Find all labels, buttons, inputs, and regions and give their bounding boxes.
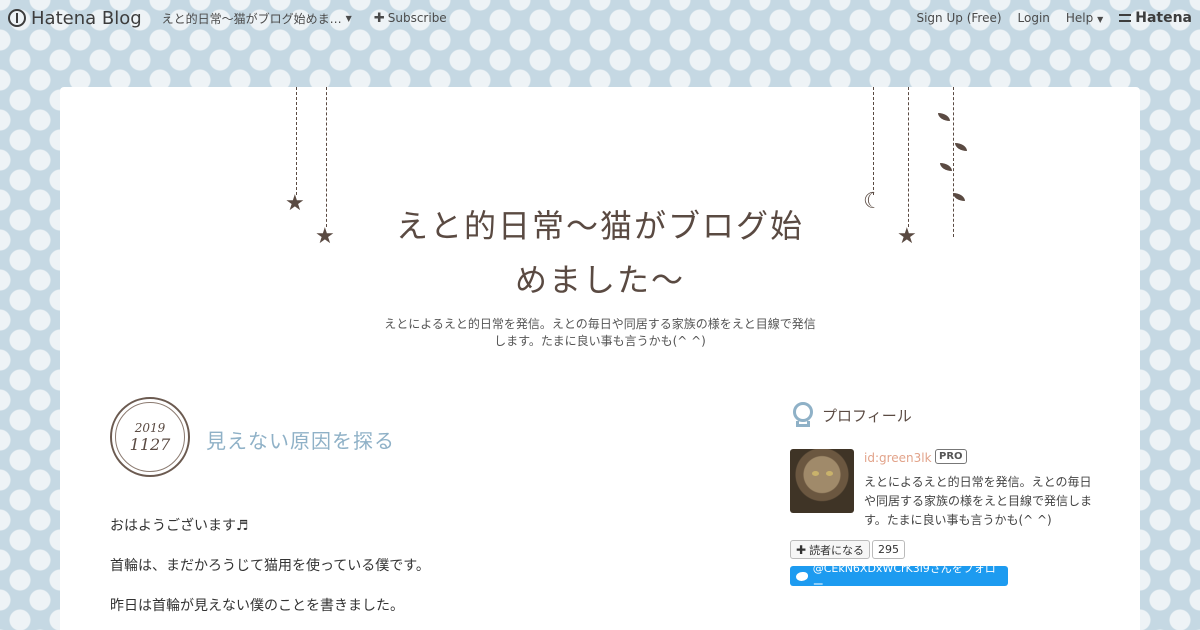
- entry-body: おはようございます♬ 首輪は、まだかろうじて猫用を使っている僕です。 昨日は首輪…: [110, 517, 730, 630]
- moon-decoration-icon: ☾: [863, 189, 883, 214]
- entry-date-monthday: 1127: [129, 434, 171, 454]
- leaf-decoration-icon: [955, 143, 967, 151]
- login-link[interactable]: Login: [1018, 11, 1050, 25]
- help-label: Help: [1065, 11, 1094, 25]
- blog-title-line2: めました〜: [514, 261, 685, 299]
- blog-description: えとによるえと的日常を発信。えとの毎日や同居する家族の様をえと目線で発信 します…: [360, 316, 840, 350]
- entry-paragraph: 首輪は、まだかろうじて猫用を使っている僕です。: [110, 558, 430, 574]
- hanging-string: [296, 87, 297, 195]
- leaf-decoration-icon: [940, 163, 952, 171]
- hanging-string: [873, 87, 874, 195]
- star-decoration-icon: ★: [897, 224, 917, 249]
- leaf-decoration-icon: [938, 113, 950, 121]
- entry-title[interactable]: 見えない原因を探る: [206, 425, 395, 454]
- hanging-string: [326, 87, 327, 227]
- reader-button-label: 読者になる: [809, 543, 865, 557]
- signup-link[interactable]: Sign Up (Free): [916, 11, 1001, 25]
- pro-badge[interactable]: PRO: [935, 449, 967, 464]
- hatena-label: Hatena: [1135, 10, 1192, 26]
- blog-description-line1: えとによるえと的日常を発信。えとの毎日や同居する家族の様をえと目線で発信: [384, 317, 816, 331]
- twitter-bird-icon: [796, 571, 808, 581]
- subscribe-reader-button[interactable]: ✚ 読者になる: [790, 540, 871, 559]
- subscribe-label: Subscribe: [387, 11, 447, 25]
- profile-avatar[interactable]: [790, 449, 854, 513]
- blog-select-label: えと的日常〜猫がブログ始めま…: [161, 11, 342, 26]
- hatena-link[interactable]: Hatena: [1119, 10, 1192, 26]
- blog-select-dropdown[interactable]: えと的日常〜猫がブログ始めま… ▼: [162, 10, 352, 27]
- global-header: Hatena Blog えと的日常〜猫がブログ始めま… ▼ ✚ Subscrib…: [0, 0, 1200, 36]
- star-decoration-icon: ★: [315, 224, 335, 249]
- twitter-follow-label: @CEkN6XDxWCrK3l9さんをフォロー: [812, 562, 996, 591]
- leaf-decoration-icon: [953, 193, 965, 201]
- profile-module-heading: プロフィール: [792, 402, 912, 428]
- hatena-blog-logo[interactable]: Hatena Blog: [8, 8, 142, 29]
- blog-title-line1: えと的日常〜猫がブログ始: [395, 207, 804, 245]
- blog-description-line2: します。たまに良い事も言うかも(^ ^): [494, 334, 706, 348]
- profile-heading-label: プロフィール: [822, 406, 912, 425]
- plus-icon: ✚: [796, 542, 807, 557]
- profile-frame-icon: [792, 402, 814, 428]
- entry-date-badge[interactable]: 2019 1127: [110, 397, 190, 477]
- twitter-follow-button[interactable]: @CEkN6XDxWCrK3l9さんをフォロー: [790, 562, 1008, 591]
- hatena-logo-icon: [8, 9, 26, 27]
- blog-container: ★ ★ ☾ ★ えと的日常〜猫がブログ始 めました〜 えとによるえと的日常を発信…: [60, 87, 1140, 630]
- caret-down-icon: ▼: [1097, 15, 1104, 24]
- blog-title[interactable]: えと的日常〜猫がブログ始 めました〜: [360, 199, 840, 307]
- entry-date-year: 2019: [134, 420, 166, 435]
- vine-stem: [953, 87, 954, 237]
- plus-icon: ✚: [373, 10, 385, 26]
- caret-down-icon: ▼: [345, 13, 352, 23]
- profile-user-id-link[interactable]: id:green3lk: [864, 451, 932, 465]
- logo-text: Hatena Blog: [31, 7, 142, 29]
- entry-paragraph: おはようございます♬: [110, 518, 249, 534]
- entry-paragraph: 昨日は首輪が見えない僕のことを書きました。: [110, 598, 404, 614]
- star-decoration-icon: ★: [285, 191, 305, 216]
- reader-count-badge[interactable]: 295: [872, 540, 905, 559]
- hanging-string: [908, 87, 909, 227]
- hatena-icon: [1119, 14, 1132, 22]
- subscribe-button[interactable]: ✚ Subscribe: [374, 11, 447, 26]
- help-menu[interactable]: Help ▼: [1066, 11, 1103, 25]
- profile-description: えとによるえと的日常を発信。えとの毎日や同居する家族の様をえと目線で発信します。…: [864, 475, 1093, 527]
- right-nav: Sign Up (Free) Login Help ▼ Hatena: [916, 10, 1192, 26]
